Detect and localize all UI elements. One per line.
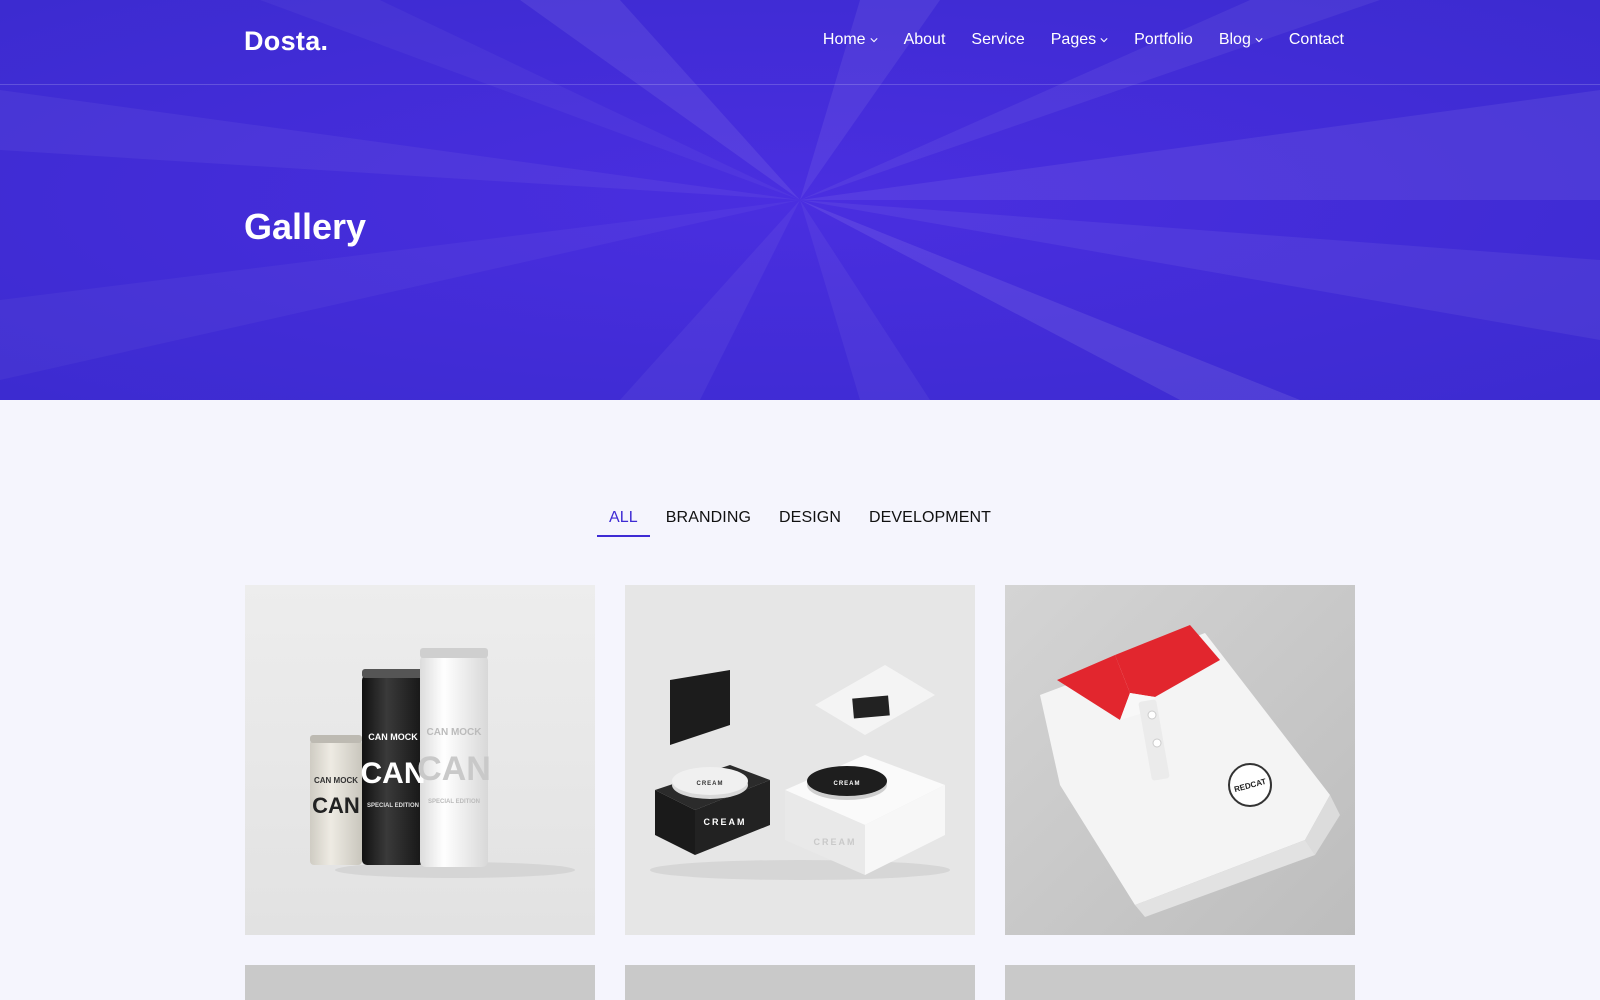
cream-jar-label: CREAM (697, 781, 724, 787)
can-small-label: CAN MOCK (427, 727, 483, 738)
main-nav: Home About Service Pages Portfolio Blog … (823, 31, 1344, 49)
can-edition-label: SPECIAL EDITION (367, 803, 419, 809)
filter-tab-branding[interactable]: BRANDING (654, 505, 763, 537)
chevron-down-icon (870, 38, 878, 43)
cream-jar-label: CREAM (834, 781, 861, 787)
gallery-item[interactable] (245, 965, 595, 1000)
gallery-item[interactable] (625, 965, 975, 1000)
nav-item-service[interactable]: Service (971, 31, 1024, 49)
gallery-item-cans[interactable]: CAN MOCK CAN CAN MOCK CAN SPECIAL EDITIO… (245, 585, 595, 935)
nav-item-label: Pages (1050, 31, 1097, 48)
nav-item-home[interactable]: Home (823, 31, 878, 49)
can-big-label: CAN (312, 793, 360, 818)
cream-box-label: CREAM (814, 837, 857, 847)
nav-item-portfolio[interactable]: Portfolio (1134, 31, 1193, 49)
can-small-label: CAN MOCK (314, 776, 358, 785)
nav-item-blog[interactable]: Blog (1219, 31, 1263, 49)
nav-item-pages[interactable]: Pages (1051, 31, 1108, 49)
gallery-item-polo-shirt[interactable]: REDCAT (1005, 585, 1355, 935)
nav-item-label: Home (822, 31, 866, 48)
chevron-down-icon (1255, 38, 1263, 43)
gallery-item-cream-boxes[interactable]: CREAM CREAM CREAM CREAM (625, 585, 975, 935)
nav-item-label: Portfolio (1134, 31, 1193, 48)
polo-shirt-mockup-image: REDCAT (1005, 585, 1355, 935)
logo[interactable]: Dosta. (244, 26, 328, 57)
chevron-down-icon (1100, 38, 1108, 43)
cream-box-label: CREAM (704, 817, 747, 827)
can-big-label: CAN (417, 750, 491, 788)
cream-box-mockup-image: CREAM CREAM CREAM CREAM (625, 585, 975, 935)
nav-item-label: Blog (1218, 31, 1251, 48)
gallery-filter-tabs: ALL BRANDING DESIGN DEVELOPMENT (0, 505, 1600, 537)
cans-mockup-image: CAN MOCK CAN CAN MOCK CAN SPECIAL EDITIO… (245, 585, 595, 935)
can-edition-label: SPECIAL EDITION (428, 799, 480, 805)
filter-tab-design[interactable]: DESIGN (767, 505, 853, 537)
filter-tab-all[interactable]: ALL (596, 505, 650, 537)
filter-tab-development[interactable]: DEVELOPMENT (857, 505, 1003, 537)
page-title: Gallery (244, 206, 367, 247)
nav-item-label: Contact (1288, 31, 1344, 48)
can-small-label: CAN MOCK (368, 732, 418, 742)
nav-item-label: Service (971, 31, 1025, 48)
nav-item-label: About (903, 31, 946, 48)
hero-banner: Dosta. Home About Service Pages Portfoli… (0, 0, 1600, 400)
nav-item-about[interactable]: About (904, 31, 946, 49)
top-navigation-bar: Dosta. Home About Service Pages Portfoli… (0, 0, 1600, 85)
can-big-label: CAN (361, 757, 426, 790)
gallery-item[interactable] (1005, 965, 1355, 1000)
nav-item-contact[interactable]: Contact (1289, 31, 1344, 49)
